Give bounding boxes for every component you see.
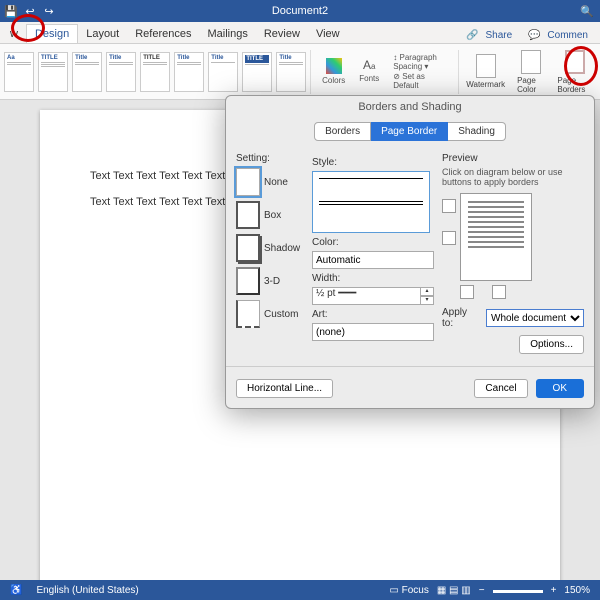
style-set-7[interactable]: TITLE [242,52,272,92]
border-bottom-toggle[interactable] [442,231,456,245]
accessibility-icon[interactable]: ♿ [10,585,22,596]
style-set-3[interactable]: Title [106,52,136,92]
zoom-slider[interactable] [493,590,543,593]
zoom-level[interactable]: 150% [564,585,590,596]
tab-shading[interactable]: Shading [448,122,506,141]
style-set-1[interactable]: TITLE [38,52,68,92]
share-button[interactable]: 🔗 Share [462,28,520,43]
save-icon[interactable]: 💾 [4,4,18,18]
setting-box[interactable]: Box [236,201,304,229]
tab-review[interactable]: Review [256,25,308,43]
preview-diagram[interactable] [460,193,532,281]
apply-to-select[interactable]: Whole document [486,309,584,327]
dialog-title: Borders and Shading [226,96,594,118]
art-select[interactable]: (none) [312,323,434,341]
border-top-toggle[interactable] [442,199,456,213]
search-icon[interactable]: 🔍 [580,4,594,18]
tab-layout[interactable]: Layout [78,25,127,43]
setting-shadow[interactable]: Shadow [236,234,304,262]
border-left-toggle[interactable] [460,285,474,299]
tab-home-collapsed[interactable]: w [2,25,26,43]
set-default-button[interactable]: ⊘ Set as Default [393,72,450,90]
preview-hint: Click on diagram below or use buttons to… [442,167,584,187]
page-borders-button[interactable]: Page Borders [553,50,596,94]
width-select[interactable]: ½ pt ━━━ [312,287,420,305]
dialog-tabs: Borders Page Border Shading [226,122,594,141]
style-heading: Style: [312,157,434,168]
width-up[interactable]: ▴ [420,287,434,296]
comments-button[interactable]: 💬 Commen [524,28,596,43]
tab-page-border[interactable]: Page Border [371,122,448,141]
color-select[interactable]: Automatic [312,251,434,269]
ribbon: Aa TITLE Title Title TITLE Title Title T… [0,44,600,100]
horizontal-line-button[interactable]: Horizontal Line... [236,379,333,398]
zoom-out[interactable]: − [479,585,485,596]
color-heading: Color: [312,237,434,248]
ribbon-tabs: w Design Layout References Mailings Revi… [0,22,600,44]
redo-icon[interactable]: ↪ [42,4,56,18]
style-set-8[interactable]: Title [276,52,306,92]
setting-none[interactable]: None [236,168,304,196]
width-down[interactable]: ▾ [420,296,434,305]
style-set-5[interactable]: Title [174,52,204,92]
tab-mailings[interactable]: Mailings [200,25,256,43]
options-button[interactable]: Options... [519,335,584,354]
preview-heading: Preview [442,153,584,164]
width-heading: Width: [312,273,434,284]
language-status[interactable]: English (United States) [36,585,138,596]
page-color-button[interactable]: Page Color [513,50,549,94]
setting-3d[interactable]: 3-D [236,267,304,295]
document-title: Document2 [272,5,328,17]
border-right-toggle[interactable] [492,285,506,299]
undo-icon[interactable]: ↩ [23,4,37,18]
style-list[interactable] [312,171,430,233]
theme-sample[interactable]: Aa [4,52,34,92]
style-set-6[interactable]: Title [208,52,238,92]
colors-button[interactable]: Colors [318,58,349,85]
tab-references[interactable]: References [127,25,199,43]
borders-shading-dialog: Borders and Shading Borders Page Border … [225,95,595,409]
tab-design[interactable]: Design [26,24,78,43]
cancel-button[interactable]: Cancel [474,379,527,398]
paragraph-spacing-button[interactable]: ↕ Paragraph Spacing ▾ [393,53,450,71]
art-heading: Art: [312,309,434,320]
title-bar: 💾 ↩ ↪ Document2 🔍 [0,0,600,22]
zoom-in[interactable]: + [551,585,557,596]
style-set-2[interactable]: Title [72,52,102,92]
setting-custom[interactable]: Custom [236,300,304,328]
view-icons[interactable]: ▦ ▤ ▥ [437,585,471,596]
style-set-4[interactable]: TITLE [140,52,170,92]
tab-borders[interactable]: Borders [314,122,371,141]
focus-mode[interactable]: ▭ Focus [389,585,428,596]
apply-to-label: Apply to: [442,307,480,329]
watermark-button[interactable]: Watermark [462,54,509,89]
tab-view[interactable]: View [308,25,348,43]
status-bar: ♿ English (United States) ▭ Focus ▦ ▤ ▥ … [0,580,600,600]
ok-button[interactable]: OK [536,379,584,398]
fonts-button[interactable]: AaFonts [355,58,383,85]
setting-heading: Setting: [236,153,304,164]
